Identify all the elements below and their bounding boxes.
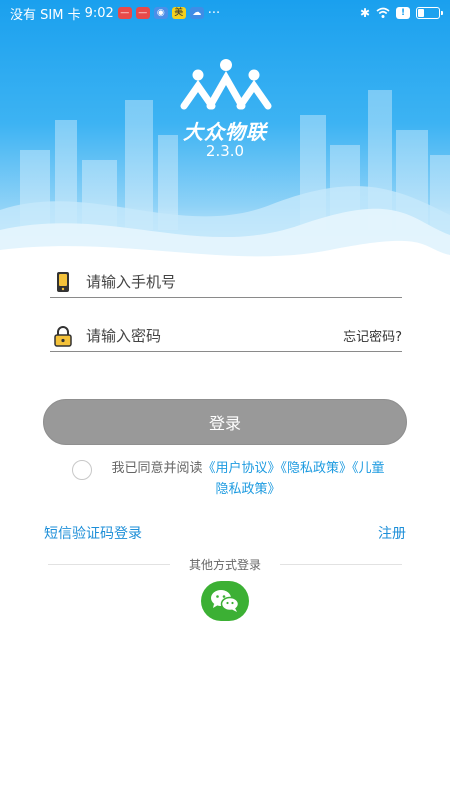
battery-level [418,9,424,17]
bluetooth-icon: ✱ [359,6,370,20]
login-button[interactable]: 登录 [43,399,407,445]
lock-icon [54,325,72,347]
notification-cloud-icon: ☁ [189,7,204,19]
wechat-icon [211,590,240,612]
register-link[interactable]: 注册 [378,523,406,543]
phone-field [50,266,402,298]
user-agreement-link[interactable]: 《用户协议》 [202,461,280,476]
phone-input[interactable] [86,267,402,296]
status-bar: 没有 SIM 卡 9:02 — — ◉ 美 ☁ ··· ✱ ! [0,0,450,26]
battery-icon [416,7,443,19]
alert-icon: ! [396,7,410,19]
agreement-checkbox[interactable] [72,460,92,480]
agreement-text: 我已同意并阅读《用户协议》《隐私政策》《儿童隐私政策》 [108,458,388,500]
password-input[interactable] [86,321,336,350]
password-field: 忘记密码? [50,320,402,352]
notification-blue-icon: ◉ [153,7,168,19]
agreement-prefix: 我已同意并阅读 [111,461,203,476]
sms-login-link[interactable]: 短信验证码登录 [44,523,142,543]
more-notifications: ··· [207,5,221,21]
notification-red-icon: — [117,7,132,19]
app-version: 2.3.0 [205,142,245,160]
wifi-icon [376,7,390,18]
clock: 9:02 [84,5,114,21]
app-name: 大众物联 [183,120,267,144]
divider-right [280,564,402,565]
carrier-label: 没有 SIM 卡 [10,7,81,23]
forgot-password-link[interactable]: 忘记密码? [343,326,402,345]
privacy-policy-link[interactable]: 《隐私政策》 [281,461,353,476]
phone-icon [57,271,69,292]
app-logo-icon [180,59,272,110]
wechat-login-button[interactable] [201,581,249,621]
wave-decoration [0,186,450,275]
meituan-icon: 美 [171,7,186,19]
notification-red-icon-2: — [135,7,150,19]
